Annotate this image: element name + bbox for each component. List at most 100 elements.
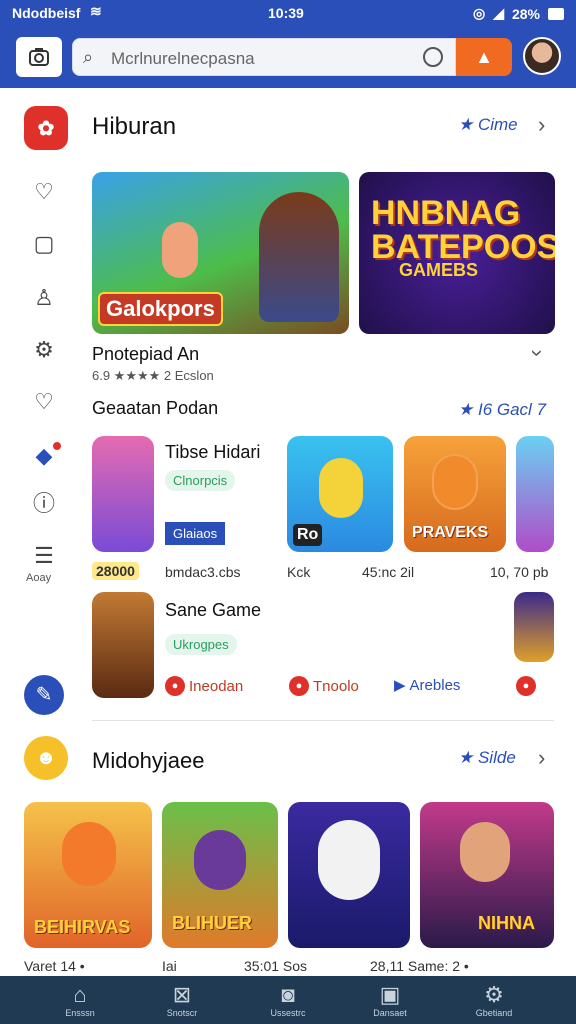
bottom-nav: ⌂ Ensssn ⊠ Snotscr ◙ Ussestrc ▣ Dansaet ⚙ Gbe…	[0, 976, 576, 1024]
section-logo-icon[interactable]: ☻	[24, 736, 68, 780]
section-more-link-3[interactable]: ★ Silde	[458, 748, 516, 768]
tag-1-label: Ineodan	[189, 677, 244, 695]
nav-home[interactable]: ⌂ Ensssn	[32, 976, 128, 1024]
game-icon: ●	[289, 676, 309, 696]
character-art	[318, 820, 380, 900]
section-title-geaatan: Geaatan Podan	[92, 398, 219, 418]
shield-heart-icon[interactable]: ♡	[30, 178, 58, 206]
app1-price: 28000	[92, 562, 139, 580]
gear-icon: ⚙	[484, 982, 504, 1007]
more-label: I6 Gacl 7	[477, 400, 547, 419]
app1-install-button[interactable]: Glaiaos	[165, 522, 226, 545]
nav-label: Ensssn	[65, 1008, 95, 1018]
battery-percent: 28%	[511, 5, 540, 22]
app-tile-4[interactable]	[516, 436, 554, 552]
app-tile-1[interactable]	[92, 436, 154, 552]
nav-label: Gbetiand	[475, 1008, 513, 1018]
search-input[interactable]: ⌕ Mcrlnurelnecpasna	[72, 38, 456, 76]
app1-chip: Clnorpcis	[165, 470, 236, 491]
left-rail: ✿ ♡ ▢ ♙ ⚙ ♡ ◆ ⓘ ☰ Aoay ✎	[0, 100, 90, 720]
status-right: ◎ ◢ 28%	[473, 5, 564, 22]
play-icon: ▶	[394, 677, 406, 694]
tile-caption-3: 35:01 Sos	[244, 958, 308, 974]
tag-3-label: Arebles	[409, 676, 461, 694]
tile-caption-4: 28,11 Same: 2 •	[370, 958, 469, 974]
tag-3[interactable]: ▶ Arebles	[394, 676, 461, 695]
camera-button[interactable]	[16, 37, 62, 77]
game-tile-4[interactable]: NIHNA	[420, 802, 554, 948]
banner-label: Galokpors	[98, 292, 223, 326]
more-label: Silde	[477, 748, 516, 767]
app2-name[interactable]: Sane Game	[165, 600, 261, 621]
app-tile-3[interactable]: PRAVEKS	[404, 436, 506, 552]
nav-label: Ussestrc	[270, 1008, 306, 1018]
hero-character	[259, 192, 339, 322]
notification-badge	[51, 440, 63, 452]
banner-subtitle: GAMEBS	[399, 260, 479, 280]
nav-label: Dansaet	[373, 1008, 407, 1018]
list-icon[interactable]: ☰	[30, 542, 58, 570]
tag-2[interactable]: ● Tnoolo	[289, 676, 359, 696]
app-tile-6[interactable]	[514, 592, 554, 662]
home-icon: ⌂	[73, 982, 87, 1007]
app1-name[interactable]: Tibse Hidari	[165, 442, 260, 463]
tile3-label: PRAVEKS	[412, 524, 489, 541]
tile-caption-1: Varet 14 •	[24, 958, 85, 974]
settings-icon[interactable]: ⚙	[30, 336, 58, 364]
app-tile-2[interactable]: Ro	[287, 436, 393, 552]
nav-camera[interactable]: ◙ Ussestrc	[240, 976, 336, 1024]
rail-label: Aoay	[26, 572, 52, 584]
chevron-right-icon[interactable]: ›	[538, 745, 545, 771]
character-art	[432, 454, 478, 510]
tile-label: NIHNA	[478, 913, 535, 933]
game-icon: ●	[516, 676, 536, 696]
app-tile-5[interactable]	[92, 592, 154, 698]
timer-icon[interactable]	[423, 47, 443, 67]
chevron-right-icon[interactable]: ›	[538, 112, 545, 138]
nav-store[interactable]: ⊠ Snotscr	[134, 976, 230, 1024]
document-icon[interactable]: ▢	[30, 230, 58, 258]
status-bar: Ndodbeisf ≋ 10:39 ◎ ◢ 28%	[0, 0, 576, 28]
tag-1[interactable]: ● Ineodan	[165, 676, 243, 696]
tile-caption-2: Iai	[162, 958, 177, 974]
heart-icon[interactable]: ♡	[30, 388, 58, 416]
game-tile-3[interactable]	[288, 802, 410, 948]
game-tile-2[interactable]: BLIHUER	[162, 802, 278, 948]
section-more-link[interactable]: ★ Cime	[458, 115, 518, 135]
search-placeholder: Mcrlnurelnecpasna	[111, 49, 255, 68]
tile3-caption: 45:nc 2il	[362, 564, 415, 580]
app-logo-icon[interactable]: ✿	[24, 106, 68, 150]
nav-settings[interactable]: ⚙ Gbetiand	[446, 976, 542, 1024]
tile2-caption: Kck	[287, 564, 311, 580]
camera-icon: ◙	[281, 982, 295, 1007]
wifi-icon: ≋	[90, 3, 102, 19]
tile-label: BLIHUER	[172, 913, 252, 933]
tile-label: BEIHIRVAS	[34, 917, 131, 937]
section-title-midohyjaee: Midohyjaee	[92, 748, 205, 773]
chevron-down-icon[interactable]: ›	[525, 349, 551, 356]
child-character	[162, 222, 198, 278]
featured-app-meta: 6.9 ★★★★ 2 Ecslon	[92, 368, 214, 383]
tag-2-label: Tnoolo	[313, 677, 359, 695]
character-art	[319, 458, 363, 518]
nav-square[interactable]: ▣ Dansaet	[342, 976, 438, 1024]
info-icon[interactable]: ⓘ	[30, 490, 58, 518]
compass-button[interactable]: ✎	[24, 675, 64, 715]
character-art	[194, 830, 246, 890]
featured-app-title[interactable]: Pnotepiad An	[92, 344, 199, 365]
search-submit-button[interactable]: ▲	[456, 38, 512, 76]
game-icon: ●	[165, 676, 185, 696]
featured-banner-1[interactable]: Galokpors	[92, 172, 349, 334]
clock: 10:39	[268, 5, 304, 21]
game-tile-1[interactable]: BEIHIRVAS	[24, 802, 152, 948]
featured-banner-2[interactable]: HNBNAG BATEPOOS GAMEBS	[359, 172, 555, 334]
user-icon[interactable]: ♙	[30, 284, 58, 312]
section-more-link-2[interactable]: ★ I6 Gacl 7	[458, 400, 546, 420]
star-icon: ★	[458, 748, 478, 767]
app2-chip: Ukrogpes	[165, 634, 237, 655]
divider	[92, 720, 554, 721]
star-icon: ★	[458, 115, 478, 134]
avatar[interactable]	[523, 37, 561, 75]
tag-4[interactable]: ●	[516, 676, 536, 696]
app1-sub: bmdac3.cbs	[165, 564, 241, 580]
